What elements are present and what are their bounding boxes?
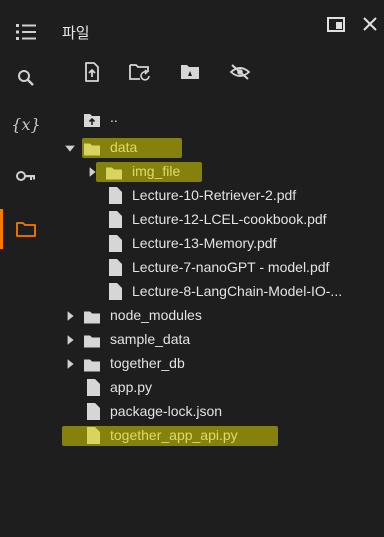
file-row[interactable]: Lecture-12-LCEL-cookbook.pdf [52,208,384,232]
highlight-mark [82,138,182,158]
refresh-folder-icon [129,64,150,81]
folder-row[interactable]: sample_data [52,328,384,352]
chevron-right-icon[interactable] [64,310,76,322]
hide-files-icon [229,64,251,80]
folder-row[interactable]: together_db [52,352,384,376]
panel-header: 파일 [52,0,384,56]
chevron-right-icon[interactable] [64,334,76,346]
file-row[interactable]: Lecture-10-Retriever-2.pdf [52,184,384,208]
variables-icon: {x} [11,114,41,134]
chevron-right-icon[interactable] [64,358,76,370]
mount-drive-button[interactable] [176,58,204,86]
folder-row[interactable]: node_modules [52,304,384,328]
file-icon [109,283,122,300]
close-button[interactable] [358,12,382,36]
file-row[interactable]: Lecture-8-LangChain-Model-IO-... [52,280,384,304]
folder-label: sample_data [110,331,191,347]
file-label: Lecture-8-LangChain-Model-IO-... [132,283,343,299]
folder-label: node_modules [110,307,202,323]
toc-button[interactable] [0,12,52,52]
search-icon [18,70,34,86]
file-label: Lecture-12-LCEL-cookbook.pdf [132,211,327,227]
upload-button[interactable] [78,58,106,86]
hide-files-button[interactable] [226,58,254,86]
file-label: Lecture-10-Retriever-2.pdf [132,187,297,203]
upload-file-icon [85,62,99,82]
folder-icon [84,335,100,348]
panel-title: 파일 [62,25,90,42]
file-icon [87,379,100,396]
folder-label: together_db [110,355,185,371]
mount-drive-icon [181,65,199,79]
toc-icon [16,24,36,40]
file-row[interactable]: Lecture-13-Memory.pdf [52,232,384,256]
search-button[interactable] [0,58,52,98]
file-row[interactable]: Lecture-7-nanoGPT - model.pdf [52,256,384,280]
chevron-down-icon[interactable] [64,142,76,154]
file-row[interactable]: package-lock.json [52,400,384,424]
refresh-button[interactable] [126,58,154,86]
file-label: Lecture-7-nanoGPT - model.pdf [132,259,330,275]
variables-button[interactable]: {x} [0,104,52,144]
folder-icon [84,311,100,324]
parent-folder-label: .. [110,109,118,125]
file-label: package-lock.json [110,403,223,419]
file-icon [109,235,122,252]
secrets-button[interactable] [0,156,52,196]
close-icon [363,17,377,31]
highlight-mark [62,426,278,446]
file-icon [109,211,122,228]
key-icon [16,171,35,181]
folder-icon [16,222,36,237]
file-icon [109,187,122,204]
parent-folder-icon [84,114,100,127]
files-button[interactable] [0,209,52,249]
file-icon [109,259,122,276]
file-icon [87,403,100,420]
folder-icon [84,359,100,372]
file-label: app.py [110,379,153,395]
open-in-tab-button[interactable] [324,12,348,36]
file-label: Lecture-13-Memory.pdf [132,235,277,251]
activity-rail: {x} [0,0,52,537]
parent-folder-row[interactable]: .. [52,108,384,132]
file-row[interactable]: app.py [52,376,384,400]
highlight-mark [96,162,202,182]
open-in-tab-icon [327,16,345,32]
